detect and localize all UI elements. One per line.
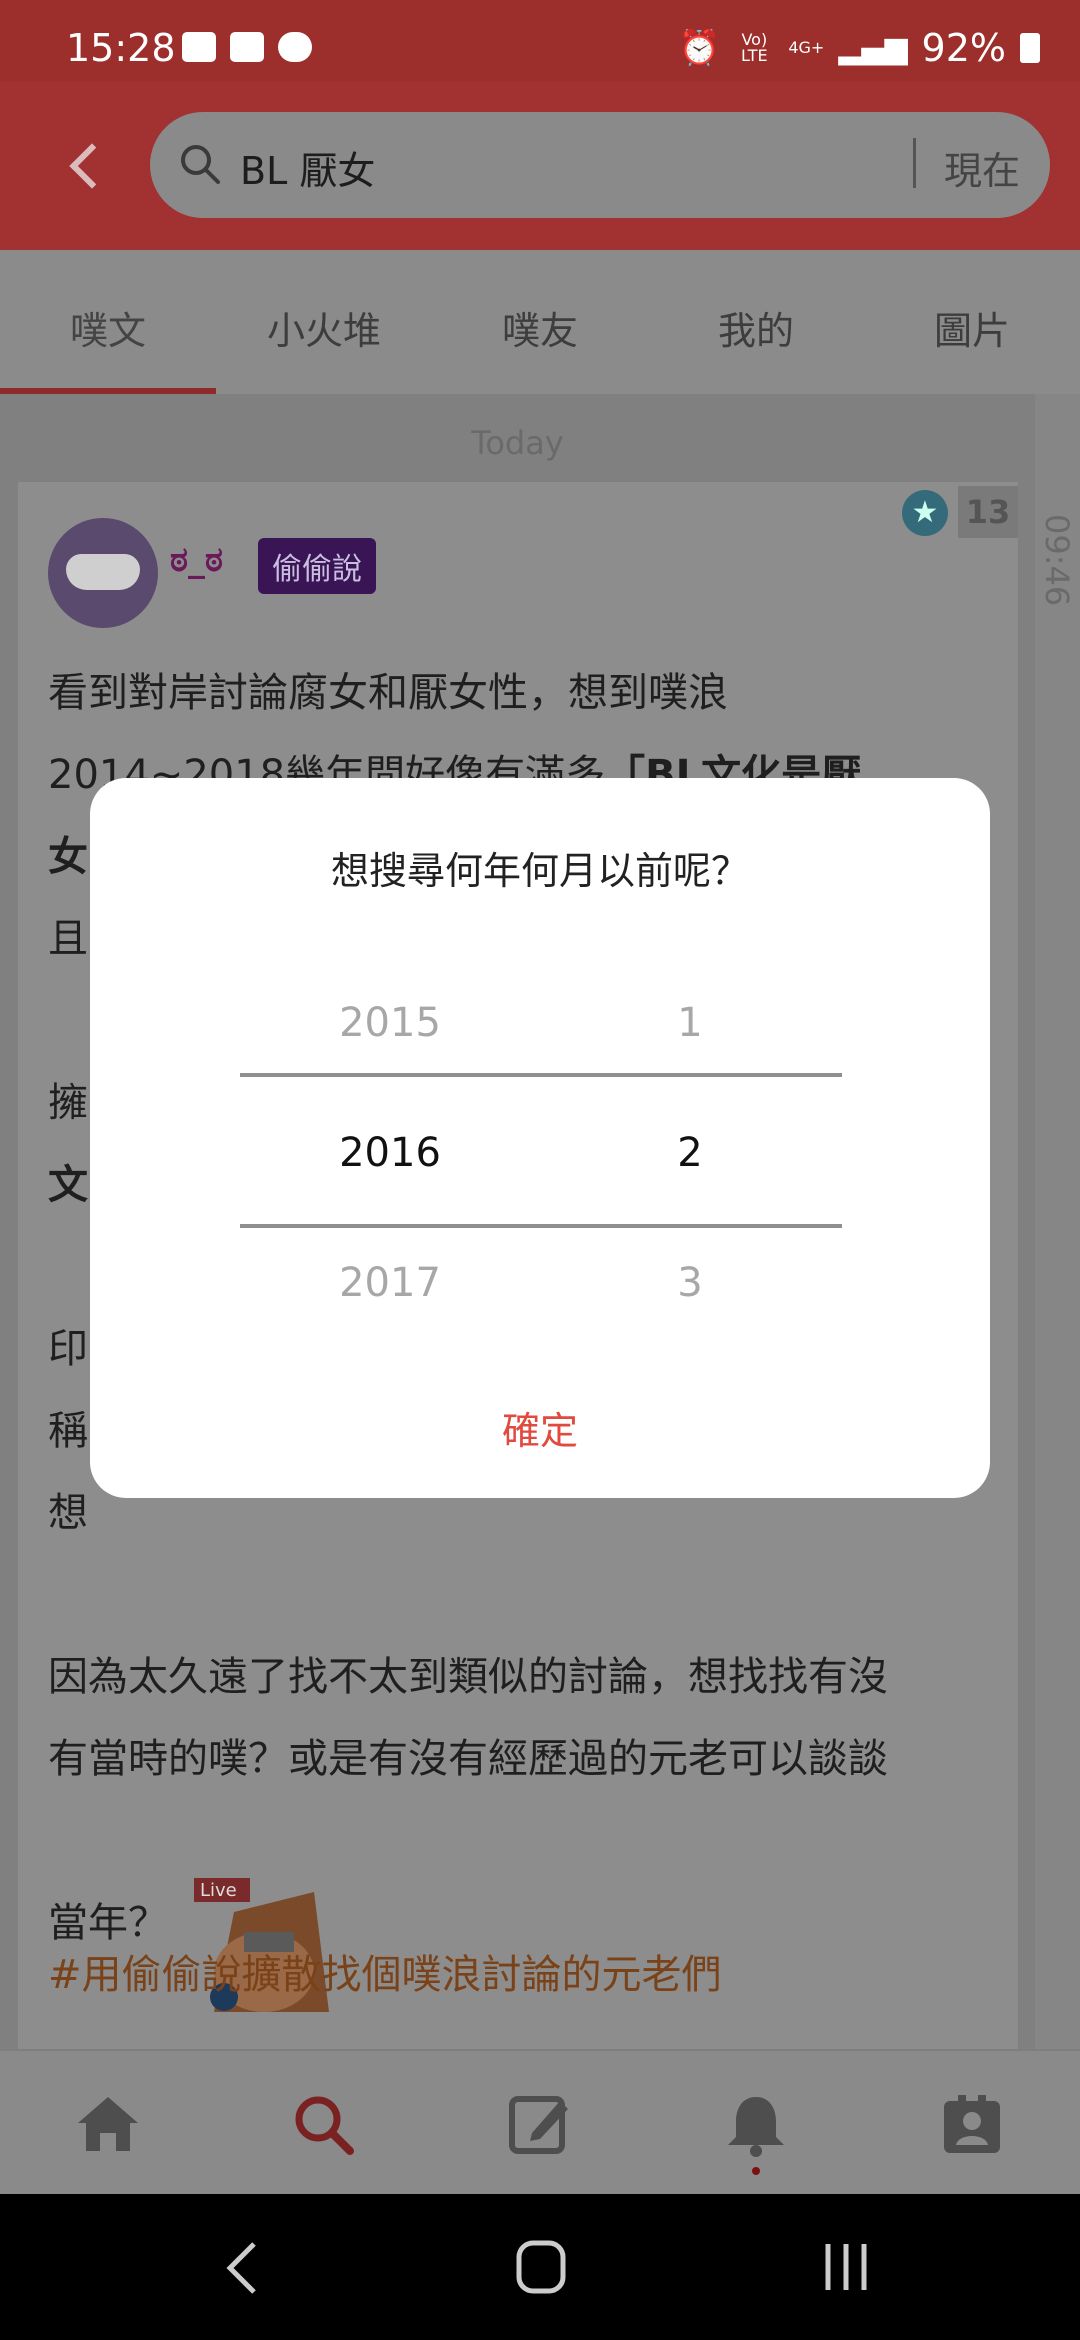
- year-option-prev[interactable]: 2015: [240, 1000, 540, 1046]
- search-bar[interactable]: BL 厭女 現在: [150, 112, 1050, 218]
- star-icon[interactable]: ★: [902, 490, 948, 536]
- status-time: 15:28: [66, 26, 176, 70]
- system-back-icon[interactable]: [222, 2240, 262, 2296]
- picker-selection-top-line: [240, 1073, 842, 1077]
- check-icon: [230, 32, 264, 62]
- date-picker-dialog: 想搜尋何年何月以前呢？ 2015 2016 2017 1 2 3 確定: [90, 778, 990, 1498]
- gallery-icon: [182, 32, 216, 62]
- profile-icon: [944, 2095, 1000, 2153]
- system-nav-bar: [0, 2194, 1080, 2340]
- volte-icon: Vo) LTE: [741, 30, 768, 65]
- sticker-live-label: Live: [200, 1880, 237, 1901]
- system-home-icon[interactable]: [516, 2240, 566, 2294]
- app-bar: BL 厭女 現在: [0, 82, 1080, 250]
- nav-compose[interactable]: [432, 2051, 648, 2196]
- mask-icon: [66, 554, 140, 590]
- bell-icon: [728, 2097, 784, 2157]
- timeline-strip: 09:46: [1035, 394, 1080, 2049]
- back-button[interactable]: [62, 138, 112, 194]
- nav-notifications[interactable]: [648, 2051, 864, 2196]
- search-divider: [913, 138, 916, 188]
- signal-icon: ▂▄▆: [838, 30, 908, 66]
- home-icon: [78, 2097, 138, 2151]
- month-option-prev[interactable]: 1: [540, 1000, 840, 1046]
- status-bar: 15:28 ⏰ Vo) LTE 4G+ ▂▄▆ 92%: [0, 0, 1080, 82]
- month-option-next[interactable]: 3: [540, 1260, 840, 1306]
- tab-plurks[interactable]: 噗文: [0, 250, 216, 394]
- tab-campfire[interactable]: 小火堆: [216, 250, 432, 394]
- dialog-title: 想搜尋何年何月以前呢？: [330, 849, 749, 893]
- picker-selection-bottom-line: [240, 1224, 842, 1228]
- tab-images[interactable]: 圖片: [864, 250, 1080, 394]
- confirm-button[interactable]: 確定: [90, 1400, 990, 1455]
- avatar[interactable]: [48, 518, 158, 628]
- year-option-next[interactable]: 2017: [240, 1260, 540, 1306]
- network-type-icon: 4G+: [788, 38, 825, 57]
- system-recents-icon[interactable]: [822, 2240, 870, 2294]
- edit-icon: [509, 2096, 568, 2154]
- tab-bar: 噗文 小火堆 噗友 我的 圖片: [0, 250, 1080, 394]
- hashtag-link[interactable]: #用偷偷說擴散找個噗浪討論的元老們: [48, 1942, 722, 2000]
- battery-percent: 92%: [921, 26, 1006, 70]
- date-header: Today: [471, 424, 564, 462]
- chat-icon: [278, 32, 312, 62]
- search-icon: [181, 145, 220, 184]
- year-option-selected[interactable]: 2016: [240, 1130, 540, 1176]
- side-time-label: 09:46: [1038, 514, 1076, 607]
- search-query[interactable]: BL 厭女: [240, 140, 375, 195]
- alarm-icon: ⏰: [677, 28, 721, 68]
- nav-home[interactable]: [0, 2051, 216, 2196]
- response-count[interactable]: 13: [958, 486, 1018, 538]
- battery-icon: [1020, 33, 1040, 63]
- anonymous-tag: 偷偷說: [258, 538, 376, 594]
- search-icon: [295, 2096, 354, 2155]
- tab-friends[interactable]: 噗友: [432, 250, 648, 394]
- month-option-selected[interactable]: 2: [540, 1130, 840, 1176]
- notification-dot: [752, 2167, 760, 2175]
- time-filter-button[interactable]: 現在: [944, 140, 1020, 195]
- nav-profile[interactable]: [864, 2051, 1080, 2196]
- bottom-nav: [0, 2049, 1080, 2194]
- username[interactable]: ಠ_ಠ: [170, 540, 223, 580]
- nav-search[interactable]: [216, 2051, 432, 2196]
- tab-mine[interactable]: 我的: [648, 250, 864, 394]
